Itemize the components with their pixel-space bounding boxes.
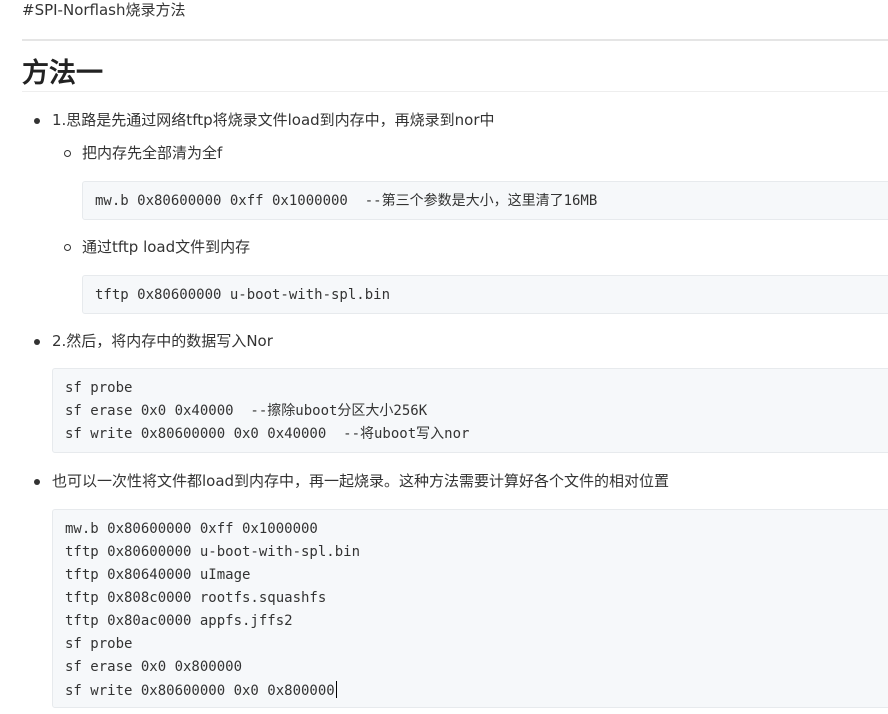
code-line: tftp 0x808c0000 rootfs.squashfs <box>65 590 327 606</box>
code-line: sf erase 0x0 0x40000 --擦除uboot分区大小256K <box>65 403 428 419</box>
code-block-tftp-load: tftp 0x80600000 u-boot-with-spl.bin <box>82 275 888 314</box>
code-line-text: sf write 0x80600000 0x0 0x800000 <box>65 683 335 699</box>
code-line: sf probe <box>65 380 133 396</box>
bullet-dot <box>34 118 40 124</box>
code-line: sf erase 0x0 0x800000 <box>65 659 243 675</box>
tag-line: #SPI-Norflash烧录方法 <box>22 1 186 19</box>
code-block-write-nor: sf probe sf erase 0x0 0x40000 --擦除uboot分… <box>52 368 888 453</box>
code-line: tftp 0x80600000 u-boot-with-spl.bin <box>65 544 361 560</box>
text-cursor <box>335 681 337 698</box>
code-line: tftp 0x80600000 u-boot-with-spl.bin <box>95 287 391 303</box>
header-divider <box>22 39 888 41</box>
code-block-clear-memory: mw.b 0x80600000 0xff 0x1000000 --第三个参数是大… <box>82 181 888 220</box>
code-block-one-shot: mw.b 0x80600000 0xff 0x1000000 tftp 0x80… <box>52 509 888 708</box>
code-line-last[interactable]: sf write 0x80600000 0x0 0x800000 <box>65 681 337 700</box>
bullet-dot <box>34 339 40 345</box>
code-line: mw.b 0x80600000 0xff 0x1000000 <box>65 521 318 537</box>
list-item-one-shot: 也可以一次性将文件都load到内存中，再一起烧录。这种方法需要计算好各个文件的相… <box>52 472 670 490</box>
heading-divider <box>22 91 888 92</box>
list-item-step-2: 2.然后，将内存中的数据写入Nor <box>52 332 273 350</box>
code-line: sf probe <box>65 636 133 652</box>
code-line: tftp 0x80640000 uImage <box>65 567 251 583</box>
list-item-step-1: 1.思路是先通过网络tftp将烧录文件load到内存中，再烧录到nor中 <box>52 111 495 129</box>
section-heading: 方法一 <box>22 58 103 89</box>
bullet-dot <box>34 479 40 485</box>
bullet-circle <box>64 150 71 157</box>
code-line: mw.b 0x80600000 0xff 0x1000000 --第三个参数是大… <box>95 193 598 209</box>
code-line: sf write 0x80600000 0x0 0x40000 --将uboot… <box>65 426 470 442</box>
sublist-item-tftp-load: 通过tftp load文件到内存 <box>82 238 251 256</box>
bullet-circle <box>64 244 71 251</box>
sublist-item-clear-memory: 把内存先全部清为全f <box>82 144 223 162</box>
code-line: tftp 0x80ac0000 appfs.jffs2 <box>65 613 293 629</box>
